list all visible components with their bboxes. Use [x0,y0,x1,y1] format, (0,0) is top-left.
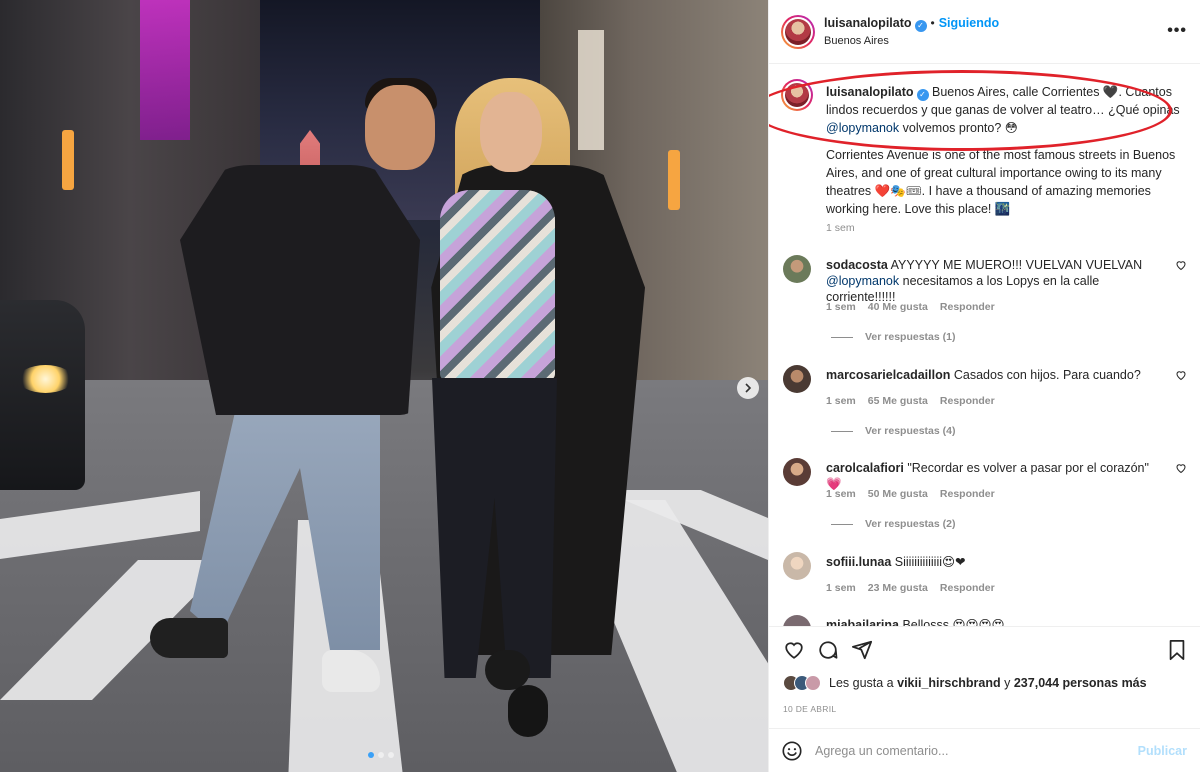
author-avatar[interactable] [781,15,815,49]
publish-button[interactable]: Publicar [1138,744,1187,758]
comment-meta: 1 sem 50 Me gusta Responder [826,488,995,500]
like-comment-heart-icon[interactable] [1175,259,1187,271]
verified-badge-icon: ✓ [916,89,929,101]
comment-text: mjabailarina Bellosss 😍😍😍😍 [826,617,1166,626]
comment-time[interactable]: 1 sem [826,582,856,594]
caption-author-avatar[interactable] [781,79,813,111]
separator-dot: • [930,16,935,30]
view-replies-button[interactable]: Ver respuestas (4) [831,425,955,437]
comment-meta: 1 sem 40 Me gusta Responder [826,301,995,313]
carousel-dot [368,752,374,758]
caption-mention-link[interactable]: @lopymanok [826,121,899,135]
caption-english: Corrientes Avenue is one of the most fam… [826,148,1176,216]
like-comment-heart-icon[interactable] [1175,369,1187,381]
carousel-dot [378,752,384,758]
post-date[interactable]: 10 DE ABRIL [783,704,836,714]
comment-time[interactable]: 1 sem [826,395,856,407]
reply-button[interactable]: Responder [940,488,995,500]
comment-likes[interactable]: 23 Me gusta [868,582,928,594]
view-replies-button[interactable]: Ver respuestas (1) [831,331,955,343]
comment-time[interactable]: 1 sem [826,488,856,500]
carousel-dot [388,752,394,758]
reply-button[interactable]: Responder [940,395,995,407]
post-caption: luisanalopilato ✓ Buenos Aires, calle Cor… [826,83,1191,137]
comment-input[interactable] [815,737,1115,765]
post-side-panel: luisanalopilato ✓ • Siguiendo Buenos Aires … [768,0,1200,772]
carousel-dots [368,752,394,758]
commenter-avatar[interactable] [783,365,811,393]
commenter-avatar[interactable] [783,552,811,580]
comment-meta: 1 sem 65 Me gusta Responder [826,395,995,407]
likes-summary: Les gusta a vikii_hirschbrand y 237,044 … [783,675,1147,691]
post-location[interactable]: Buenos Aires [824,35,889,47]
commenter-avatar[interactable] [783,255,811,283]
commenter-username[interactable]: sofiii.lunaa [826,555,891,569]
heart-icon[interactable] [783,639,805,661]
commenter-username[interactable]: mjabailarina [826,618,899,626]
comment-text: sodacosta AYYYYY ME MUERO!!! VUELVAN VUE… [826,258,1143,304]
comment-likes[interactable]: 50 Me gusta [868,488,928,500]
likes-count[interactable]: 237,044 personas más [1014,676,1147,690]
comment-icon[interactable] [817,639,839,661]
instagram-post-modal: luisanalopilato ✓ • Siguiendo Buenos Aires … [0,0,1200,772]
share-icon[interactable] [851,639,873,661]
liker-avatar[interactable] [805,675,821,691]
post-action-bar [769,626,1200,676]
comment-meta: 1 sem 23 Me gusta Responder [826,582,995,594]
more-options-icon[interactable]: ••• [1167,22,1187,40]
comment-mention-link[interactable]: @lopymanok [826,274,899,288]
author-username[interactable]: luisanalopilato [824,16,912,30]
caption-text-end: volvemos pronto? 😳 [899,121,1018,135]
caption-timestamp[interactable]: 1 sem [826,222,855,234]
caption-username[interactable]: luisanalopilato [826,85,914,99]
chevron-right-icon [745,383,752,393]
reply-button[interactable]: Responder [940,582,995,594]
commenter-username[interactable]: sodacosta [826,258,888,272]
emoji-icon[interactable] [781,740,803,762]
comment-likes[interactable]: 65 Me gusta [868,395,928,407]
add-comment-bar: Publicar [769,728,1200,772]
comment-text: sofiii.lunaa Siiiiiiiiiiiiii😍❤ [826,555,966,569]
bookmark-icon[interactable] [1167,639,1187,661]
post-header: luisanalopilato ✓ • Siguiendo Buenos Aires … [769,0,1200,64]
comment-text: marcosarielcadaillon Casados con hijos. … [826,368,1141,382]
commenter-username[interactable]: carolcalafiori [826,461,904,475]
comments-scroll-area[interactable]: luisanalopilato ✓ Buenos Aires, calle Cor… [769,65,1200,626]
verified-badge-icon: ✓ [914,20,927,32]
comment-time[interactable]: 1 sem [826,301,856,313]
next-photo-button[interactable] [737,377,759,399]
view-replies-button[interactable]: Ver respuestas (2) [831,518,955,530]
reply-button[interactable]: Responder [940,301,995,313]
following-button[interactable]: Siguiendo [939,16,999,30]
like-comment-heart-icon[interactable] [1175,462,1187,474]
commenter-username[interactable]: marcosarielcadaillon [826,368,950,382]
comment-likes[interactable]: 40 Me gusta [868,301,928,313]
post-photo[interactable] [0,0,768,772]
liker-username[interactable]: vikii_hirschbrand [897,676,1001,690]
commenter-avatar[interactable] [783,615,811,626]
commenter-avatar[interactable] [783,458,811,486]
